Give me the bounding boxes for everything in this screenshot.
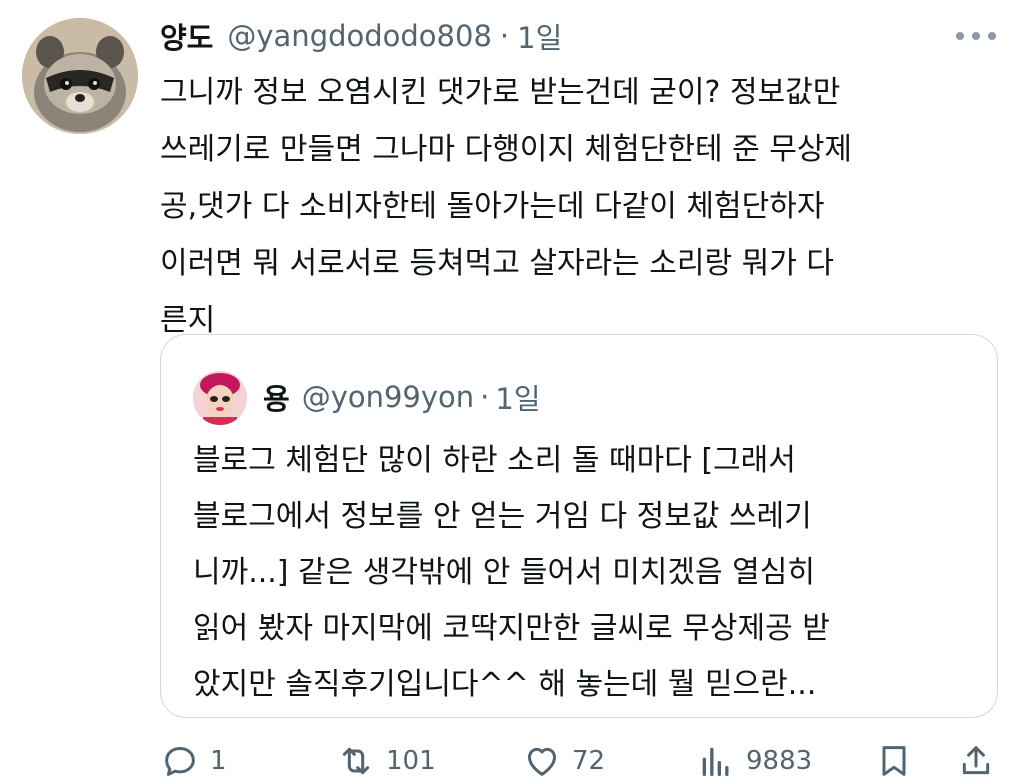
more-horizontal-icon-dot — [988, 32, 996, 40]
reply-count: 1 — [210, 746, 227, 776]
tweet-text-line: 쓰레기로 만들면 그나마 다행이지 체험단한테 준 무상제 — [160, 132, 853, 167]
views-button[interactable]: 9883 — [696, 738, 812, 784]
more-options-button[interactable] — [956, 26, 996, 46]
retweet-button[interactable]: 101 — [336, 738, 436, 784]
like-count: 72 — [572, 746, 606, 776]
quoted-tweet-header: 용 @yon99yon · 1일 — [263, 375, 541, 419]
share-icon — [962, 746, 990, 775]
quoted-text-line: 읽어 봤자 마지막에 코딱지만한 글씨로 무상제공 받 — [193, 611, 830, 646]
quoted-tweet-body: 블로그 체험단 많이 하란 소리 돌 때마다 [그래서 블로그에서 정보를 안 … — [193, 433, 983, 713]
author-handle[interactable]: @yangdododo808 — [227, 19, 492, 53]
tweet-header: 양도 @yangdododo808 · 1일 — [160, 14, 562, 58]
action-bar: 1 101 72 9883 — [160, 738, 1000, 784]
quoted-tweet-time: 1일 — [495, 382, 541, 416]
author-avatar[interactable] — [22, 18, 138, 134]
quoted-tweet-card[interactable]: 용 @yon99yon · 1일 블로그 체험단 많이 하란 소리 돌 때마다 … — [160, 334, 998, 718]
quoted-avatar-image — [193, 371, 247, 425]
quoted-author-handle: @yon99yon — [301, 380, 475, 414]
heart-icon — [528, 747, 556, 776]
like-button[interactable]: 72 — [522, 738, 605, 784]
tweet-time[interactable]: 1일 — [517, 15, 562, 57]
tweet-text-line: 공,댓가 다 소비자한테 돌아가는데 다같이 체험단하자 — [160, 189, 825, 224]
more-horizontal-icon-dot — [956, 32, 964, 40]
retweet-count: 101 — [386, 746, 436, 776]
views-icon — [702, 747, 729, 776]
bookmark-icon — [882, 746, 906, 776]
quoted-text-line: 니까...] 같은 생각밖에 안 들어서 미치겠음 열심히 — [193, 555, 815, 590]
quoted-author-name: 용 — [263, 382, 290, 416]
raccoon-avatar-image — [22, 18, 138, 134]
share-button[interactable] — [956, 738, 996, 784]
tweet-text-line: 이러면 뭐 서로서로 등쳐먹고 살자라는 소리랑 뭐가 다 — [160, 246, 834, 281]
tweet-text-line: 그니까 정보 오염시킨 댓가로 받는건데 굳이? 정보값만 — [160, 75, 841, 110]
reply-icon — [165, 747, 195, 776]
author-name[interactable]: 양도 — [160, 15, 213, 57]
quoted-text-line: 블로그 체험단 많이 하란 소리 돌 때마다 [그래서 — [193, 443, 796, 478]
quoted-text-line: 았지만 솔직후기입니다^^ 해 놓는데 뭘 믿으란... — [193, 667, 817, 702]
quoted-author-avatar[interactable] — [193, 371, 247, 425]
separator-dot: · — [480, 380, 490, 414]
reply-button[interactable]: 1 — [160, 738, 227, 784]
bookmark-button[interactable] — [874, 738, 914, 784]
view-count: 9883 — [746, 746, 813, 776]
retweet-icon — [342, 747, 370, 775]
tweet-body: 그니까 정보 오염시킨 댓가로 받는건데 굳이? 정보값만 쓰레기로 만들면 그… — [160, 64, 1000, 349]
more-horizontal-icon-dot — [972, 32, 980, 40]
separator-dot: · — [499, 19, 510, 53]
quoted-text-line: 블로그에서 정보를 안 얻는 거임 다 정보값 쓰레기 — [193, 499, 812, 534]
